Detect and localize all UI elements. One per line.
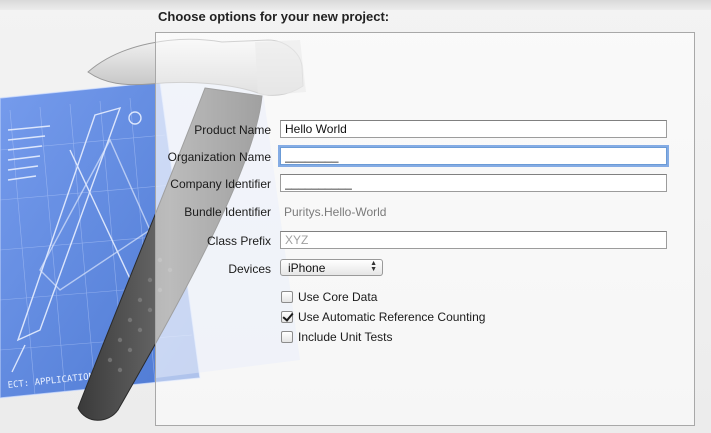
devices-selected-value: iPhone bbox=[288, 261, 326, 275]
use-core-data-checkbox[interactable] bbox=[281, 291, 293, 303]
include-unit-tests-option[interactable]: Include Unit Tests bbox=[281, 329, 393, 345]
bundle-identifier-label: Bundle Identifier bbox=[184, 205, 271, 219]
company-identifier-label: Company Identifier bbox=[170, 177, 271, 191]
devices-label: Devices bbox=[228, 262, 271, 276]
product-name-field[interactable] bbox=[280, 120, 667, 138]
class-prefix-label: Class Prefix bbox=[206, 234, 271, 248]
company-identifier-field[interactable] bbox=[280, 174, 667, 192]
use-core-data-option[interactable]: Use Core Data bbox=[281, 289, 377, 305]
up-down-arrows-icon: ▲ ▼ bbox=[370, 260, 377, 273]
use-arc-checkbox[interactable] bbox=[281, 311, 293, 323]
use-arc-option[interactable]: Use Automatic Reference Counting bbox=[281, 309, 485, 325]
organization-name-field[interactable] bbox=[280, 147, 667, 165]
use-core-data-label: Use Core Data bbox=[298, 290, 378, 304]
options-panel bbox=[155, 32, 695, 426]
organization-name-label: Organization Name bbox=[167, 150, 271, 164]
devices-popup[interactable]: iPhone ▲ ▼ bbox=[280, 259, 383, 276]
class-prefix-field[interactable] bbox=[280, 231, 667, 249]
include-unit-tests-label: Include Unit Tests bbox=[298, 330, 393, 344]
bundle-identifier-value: Puritys.Hello-World bbox=[284, 205, 387, 219]
product-name-label: Product Name bbox=[194, 123, 271, 137]
include-unit-tests-checkbox[interactable] bbox=[281, 331, 293, 343]
dialog-heading: Choose options for your new project: bbox=[158, 9, 390, 24]
use-arc-label: Use Automatic Reference Counting bbox=[298, 310, 486, 324]
blueprint-caption: ECT: APPLICATION.APP bbox=[7, 370, 116, 391]
